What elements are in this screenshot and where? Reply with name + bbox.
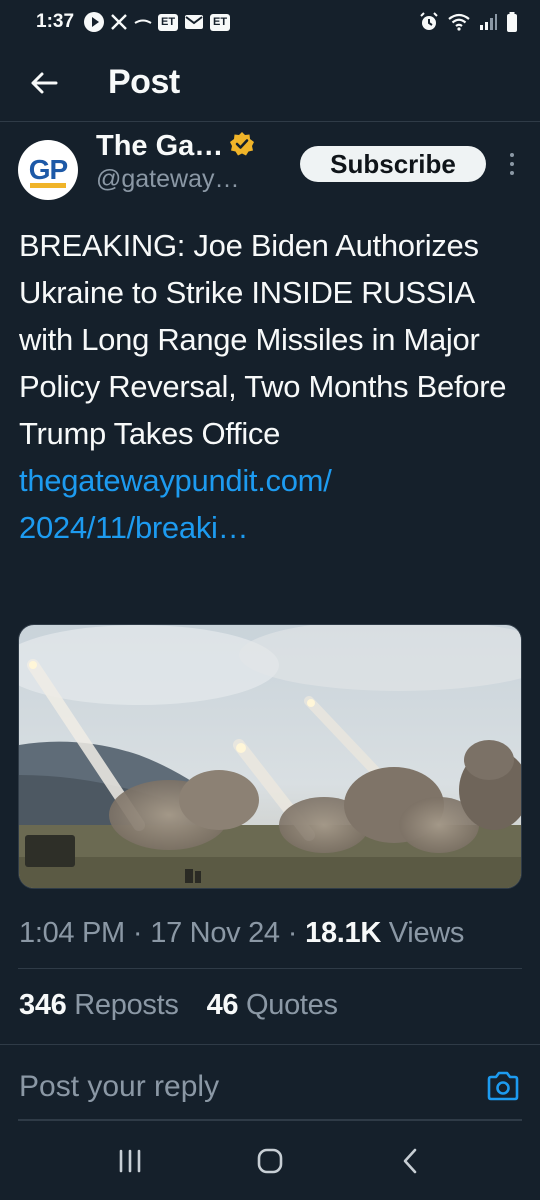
meta-separator: · [132, 916, 143, 949]
post-meta: 1:04 PM · 17 Nov 24 · 18.1K Views [19, 910, 529, 956]
display-name-row: The Ga… [96, 130, 255, 163]
avatar[interactable]: GP [18, 140, 78, 200]
meta-separator: · [287, 916, 298, 949]
play-icon [84, 12, 105, 32]
recent-apps-icon [119, 1149, 141, 1173]
alarm-icon [419, 12, 439, 32]
more-dot [510, 162, 514, 166]
chevron-left-icon [403, 1148, 417, 1174]
post-link-line2: 2024/11/breaki… [19, 510, 249, 545]
camera-icon [487, 1071, 519, 1101]
avatar-accent [30, 183, 66, 188]
handle: @gateway… [96, 165, 240, 193]
system-nav-bar [0, 1122, 540, 1200]
views-label: Views [388, 916, 465, 949]
post-link-line1: thegatewaypundit.com/ [19, 463, 332, 498]
divider [18, 968, 522, 969]
dash-icon [134, 17, 152, 27]
et-icon: ET [210, 13, 231, 31]
camera-button[interactable] [486, 1071, 520, 1101]
post-media-image[interactable] [18, 624, 522, 889]
quotes-label: Quotes [246, 988, 338, 1021]
reply-bar [0, 1044, 540, 1121]
post-header: Post [0, 44, 540, 122]
verified-badge-icon [229, 131, 255, 162]
more-dot [510, 153, 514, 157]
more-dot [510, 171, 514, 175]
author-row: GP The Ga… @gateway… Subscribe [18, 128, 528, 206]
avatar-text: GP [28, 154, 68, 185]
wifi-icon [448, 13, 470, 31]
et-icon: ET [158, 13, 179, 31]
post-stats: 346 Reposts 46 Quotes [19, 982, 338, 1028]
quotes-count: 46 [206, 988, 239, 1021]
recent-apps-button[interactable] [100, 1136, 160, 1186]
status-right [419, 12, 518, 32]
x-logo-icon [110, 13, 128, 31]
system-back-button[interactable] [380, 1136, 440, 1186]
subscribe-button[interactable]: Subscribe [300, 146, 486, 182]
post-link[interactable]: thegatewaypundit.com/ 2024/11/breaki… [19, 457, 524, 551]
status-time: 1:37 [36, 11, 75, 32]
views-stat[interactable]: 18.1K Views [305, 917, 464, 950]
battery-icon [506, 12, 518, 32]
post-text: BREAKING: Joe Biden Authorizes Ukraine t… [19, 222, 524, 551]
reposts-count: 346 [19, 988, 67, 1021]
signal-icon [479, 14, 497, 30]
reply-input[interactable] [19, 1065, 449, 1109]
status-left: 1:37 ET ET [36, 11, 231, 33]
page-title: Post [108, 63, 180, 101]
reposts-label: Reposts [74, 988, 179, 1021]
display-name: The Ga… [96, 130, 224, 162]
status-bar: 1:37 ET ET [0, 0, 540, 44]
mail-icon [184, 14, 204, 30]
arrow-left-icon [31, 72, 58, 93]
home-icon [257, 1148, 283, 1174]
author-names[interactable]: The Ga… @gateway… [96, 128, 255, 206]
views-count: 18.1K [305, 916, 382, 949]
post-date: 17 Nov 24 [150, 916, 280, 949]
reply-underline [18, 1119, 522, 1121]
back-button[interactable] [20, 59, 68, 107]
post-time: 1:04 PM [19, 916, 125, 949]
quotes-stat[interactable]: 46 Quotes [207, 989, 338, 1022]
reposts-stat[interactable]: 346 Reposts [19, 989, 179, 1022]
missile-launch-illustration [19, 625, 521, 888]
post-body: BREAKING: Joe Biden Authorizes Ukraine t… [19, 228, 507, 451]
home-button[interactable] [240, 1136, 300, 1186]
more-options-button[interactable] [500, 148, 524, 180]
